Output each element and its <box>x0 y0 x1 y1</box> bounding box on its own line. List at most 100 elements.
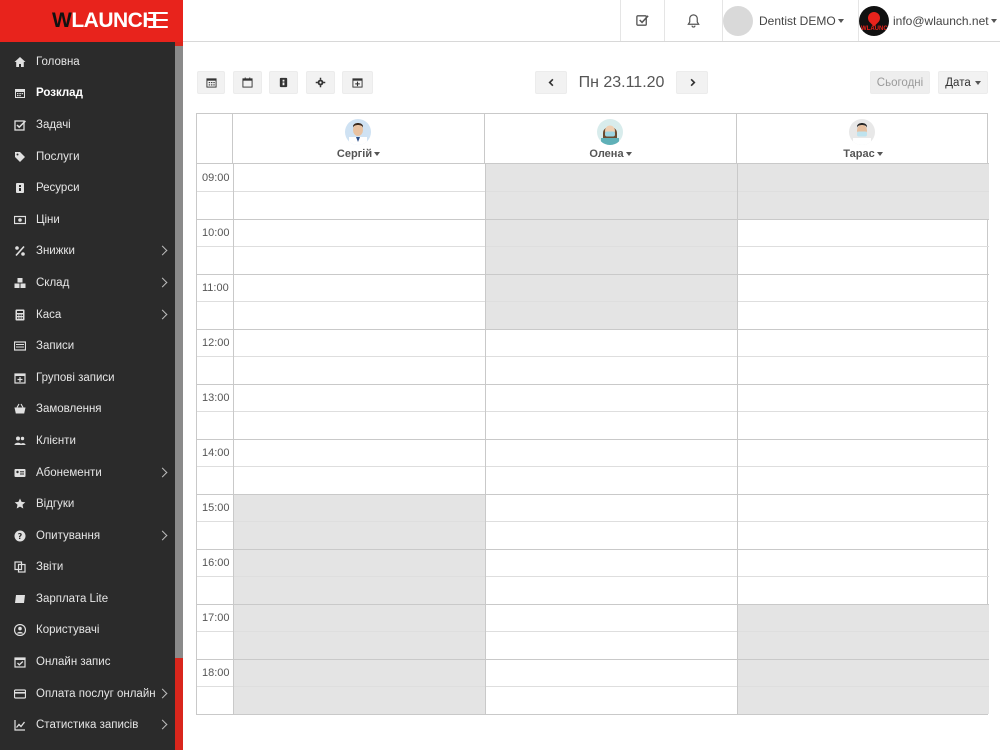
sidebar-item-12[interactable]: Клієнти <box>0 425 175 457</box>
sidebar-item-label: Звіти <box>36 561 64 574</box>
time-label: 15:00 <box>202 502 230 514</box>
male-doctor-masked-avatar <box>849 119 875 145</box>
staff-column-header-olena[interactable]: Олена <box>485 114 737 164</box>
chevron-left-icon <box>547 78 553 87</box>
date-picker-button[interactable]: Дата <box>938 71 988 94</box>
notifications-button[interactable] <box>664 0 722 41</box>
sidebar-item-15[interactable]: ? Опитування <box>0 520 175 552</box>
time-label: 09:00 <box>202 172 230 184</box>
calculator-icon <box>13 308 27 322</box>
sidebar-item-20[interactable]: Оплата послуг онлайн <box>0 678 175 710</box>
users-icon <box>13 434 27 448</box>
hamburger-menu-icon[interactable] <box>148 12 168 30</box>
sidebar-item-17[interactable]: Зарплата Lite <box>0 583 175 615</box>
sidebar-scrollbar-thumb[interactable] <box>175 46 183 658</box>
sidebar-item-9[interactable]: Записи <box>0 330 175 362</box>
schedule-column-1[interactable] <box>486 164 737 714</box>
tasks-button[interactable] <box>620 0 664 41</box>
sidebar-item-label: Групові записи <box>36 371 115 384</box>
boxes-icon <box>13 276 27 290</box>
sidebar-item-1[interactable]: Розклад <box>0 78 175 110</box>
sidebar: WLAUNCH Головна Розклад Задачі Послуги Ресур… <box>0 0 183 750</box>
schedule-column-0[interactable] <box>234 164 485 714</box>
staff-column-header-sergii[interactable]: Сергій <box>233 114 485 164</box>
sidebar-item-label: Замовлення <box>36 403 102 416</box>
sidebar-item-2[interactable]: Задачі <box>0 109 175 141</box>
sidebar-item-16[interactable]: Звіти <box>0 552 175 584</box>
svg-text:?: ? <box>18 532 23 541</box>
caret-down-icon <box>374 152 381 157</box>
sidebar-item-13[interactable]: Абонементи <box>0 457 175 489</box>
id-card-icon <box>13 466 27 480</box>
day-view-button[interactable] <box>233 71 262 94</box>
sidebar-item-5[interactable]: Ціни <box>0 204 175 236</box>
money-bill-icon <box>13 592 27 606</box>
user-email: info@wlaunch.net <box>893 13 989 28</box>
sidebar-menu: Головна Розклад Задачі Послуги Ресурси Ціни Зн… <box>0 46 175 741</box>
today-button[interactable]: Сьогодні <box>870 71 930 94</box>
sidebar-item-label: Задачі <box>36 118 71 131</box>
bell-icon <box>687 14 700 28</box>
sidebar-item-0[interactable]: Головна <box>0 46 175 78</box>
sidebar-item-10[interactable]: Групові записи <box>0 362 175 394</box>
time-label: 11:00 <box>202 282 229 294</box>
time-label: 16:00 <box>202 557 230 569</box>
schedule-column-2[interactable] <box>738 164 989 714</box>
staff-name-dropdown[interactable]: Сергій <box>233 148 484 160</box>
month-view-button[interactable] <box>197 71 225 94</box>
credit-card-icon <box>13 687 27 701</box>
sidebar-item-label: Каса <box>36 308 62 321</box>
resource-icon <box>13 181 27 195</box>
female-doctor-avatar <box>597 119 623 145</box>
sidebar-item-4[interactable]: Ресурси <box>0 172 175 204</box>
sidebar-item-18[interactable]: Користувачі <box>0 615 175 647</box>
caret-down-icon <box>625 152 632 157</box>
brand-header: WLAUNCH <box>0 0 183 42</box>
wlaunch-logo[interactable]: WLAUNCH <box>52 9 157 33</box>
sidebar-item-3[interactable]: Послуги <box>0 141 175 173</box>
checkbox-icon <box>13 118 27 132</box>
caret-down-icon <box>990 18 997 23</box>
resources-button[interactable] <box>269 71 298 94</box>
sidebar-item-7[interactable]: Склад <box>0 267 175 299</box>
company-switcher[interactable]: Dentist DEMO <box>722 0 858 41</box>
chevron-right-icon <box>157 467 168 477</box>
add-appointment-button[interactable] <box>342 71 373 94</box>
tags-icon <box>13 150 27 164</box>
calendar-icon <box>13 86 27 100</box>
chevron-right-icon <box>157 719 168 730</box>
sidebar-item-11[interactable]: Замовлення <box>0 394 175 426</box>
staff-name-dropdown[interactable]: Олена <box>485 148 736 160</box>
calendar-check-icon <box>13 655 27 669</box>
calendar-grid-icon <box>205 78 217 88</box>
next-day-button[interactable] <box>676 71 708 94</box>
time-label: 13:00 <box>202 392 230 404</box>
money-icon <box>13 213 27 227</box>
line-chart-icon <box>13 718 27 732</box>
time-label: 17:00 <box>202 612 230 624</box>
sidebar-item-8[interactable]: Каса <box>0 299 175 331</box>
company-name: Dentist DEMO <box>759 13 836 28</box>
sidebar-item-6[interactable]: Знижки <box>0 236 175 268</box>
previous-day-button[interactable] <box>535 71 567 94</box>
staff-name-dropdown[interactable]: Тарас <box>737 148 989 160</box>
calendar-plus-icon <box>352 78 363 88</box>
sidebar-item-label: Знижки <box>36 245 75 258</box>
sidebar-item-label: Користувачі <box>36 624 100 637</box>
time-label: 18:00 <box>202 667 230 679</box>
sidebar-item-19[interactable]: Онлайн запис <box>0 646 175 678</box>
settings-button[interactable] <box>306 71 335 94</box>
user-menu[interactable]: WLAUNCH info@wlaunch.net <box>858 0 1000 41</box>
time-label: 10:00 <box>202 227 230 239</box>
sidebar-item-label: Абонементи <box>36 466 102 479</box>
staff-column-header-taras[interactable]: Тарас <box>737 114 989 164</box>
copy-icon <box>13 560 27 574</box>
sidebar-item-label: Записи <box>36 340 75 353</box>
sidebar-item-14[interactable]: Відгуки <box>0 488 175 520</box>
sidebar-item-21[interactable]: Статистика записів <box>0 709 175 741</box>
current-date: Пн 23.11.20 <box>578 74 665 91</box>
user-avatar: WLAUNCH <box>859 5 889 36</box>
chevron-right-icon <box>690 78 696 87</box>
caret-down-icon <box>974 80 981 85</box>
list-icon <box>13 339 27 353</box>
